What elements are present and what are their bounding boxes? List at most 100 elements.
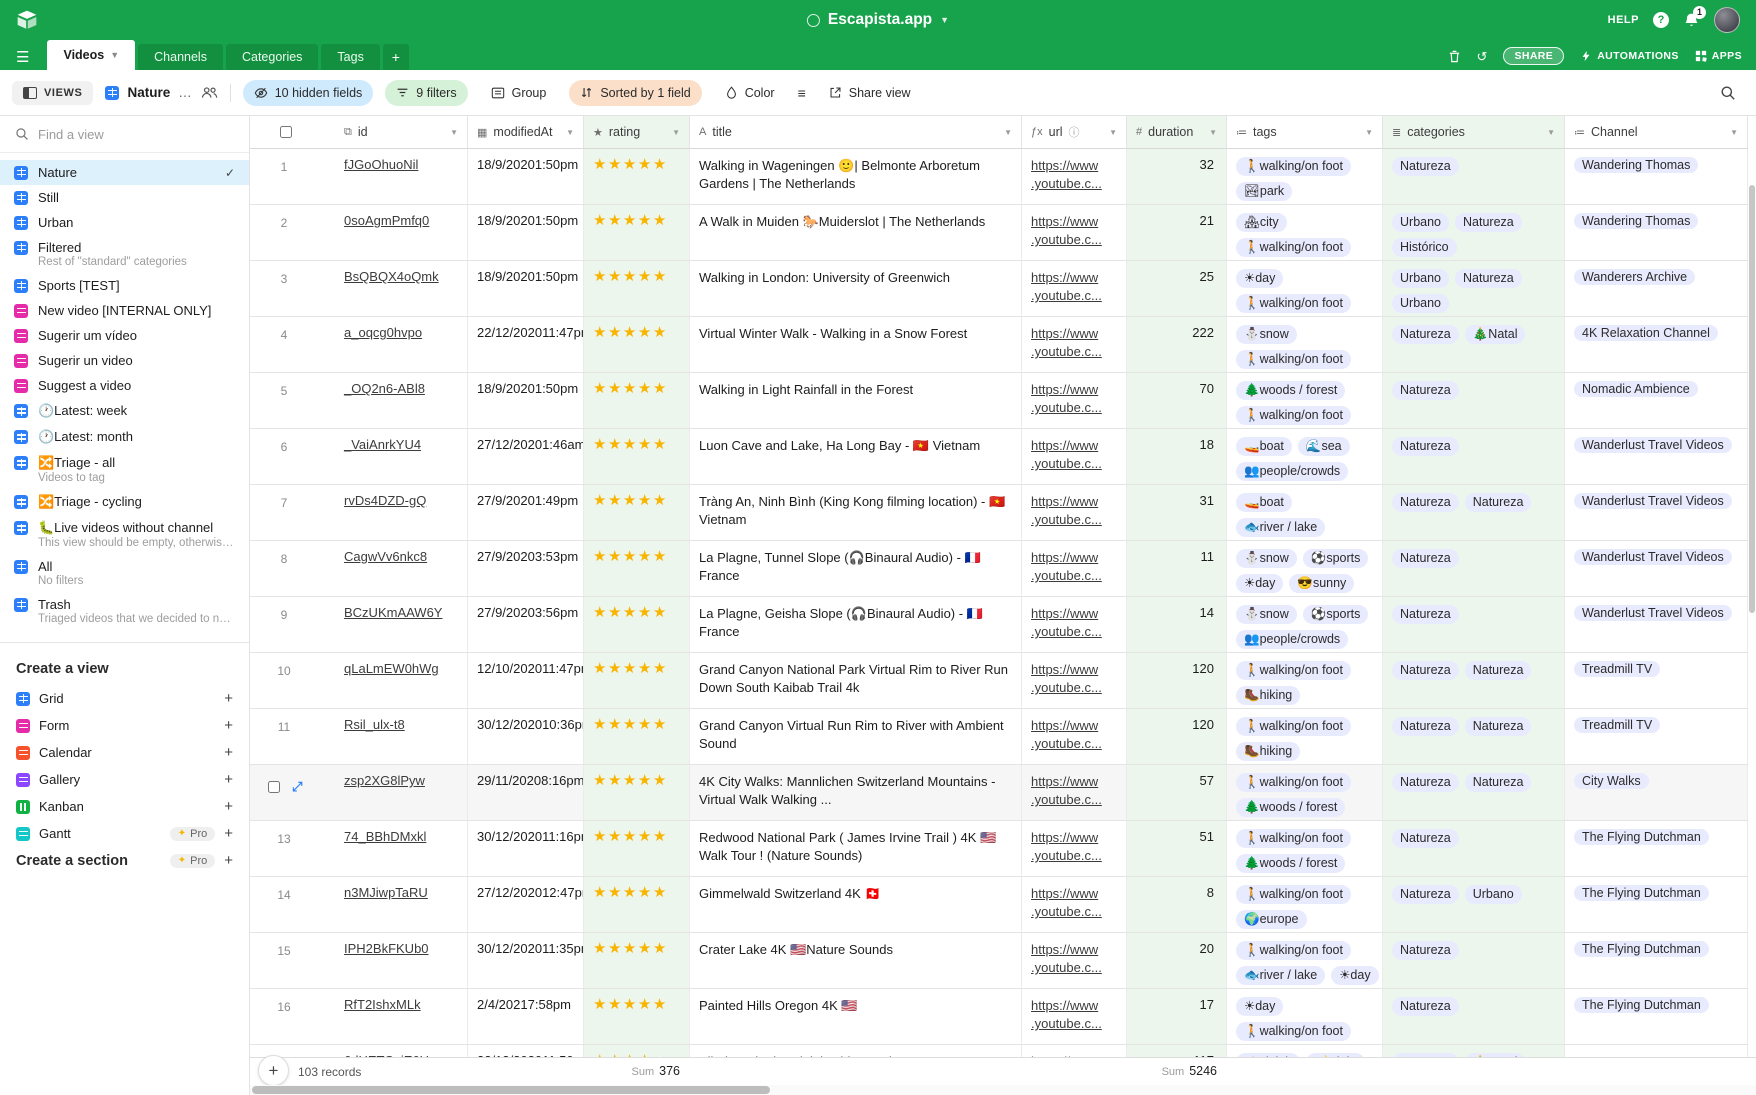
cell-title[interactable]: 4K City Walks: Mannlichen Switzerland Mo…	[690, 765, 1022, 820]
tab-categories[interactable]: Categories	[226, 44, 318, 70]
column-header-channel[interactable]: ≔Channel▼	[1565, 116, 1748, 148]
url-link[interactable]: .youtube.c...	[1031, 511, 1117, 529]
filters-button[interactable]: 9 filters	[385, 80, 467, 106]
url-link[interactable]: .youtube.c...	[1031, 623, 1117, 641]
cell-title[interactable]: La Plagne, Geisha Slope (🎧Binaural Audio…	[690, 597, 1022, 652]
create-form-button[interactable]: Form+	[16, 712, 233, 739]
url-link[interactable]: .youtube.c...	[1031, 567, 1117, 585]
cell-categories[interactable]: NaturezaNatureza	[1383, 485, 1565, 540]
record-id-link[interactable]: a_oqcg0hvpo	[344, 325, 422, 340]
cell-tags[interactable]: ⛄snow🚶walking/on foot	[1227, 317, 1383, 372]
table-row[interactable]: 16RfT2IshxMLk2/4/20217:58pm★★★★★Painted …	[250, 989, 1748, 1045]
cell-categories[interactable]: Natureza	[1383, 933, 1565, 988]
color-button[interactable]: Color	[714, 80, 786, 106]
cell-tags[interactable]: 🚶walking/on foot🌍europe	[1227, 877, 1383, 932]
table-row[interactable]: 1374_BBhDMxkl30/12/202011:16pm★★★★★Redwo…	[250, 821, 1748, 877]
plus-icon[interactable]: +	[224, 771, 233, 788]
cell-title[interactable]: Gimmelwald Switzerland 4K 🇨🇭	[690, 877, 1022, 932]
cell-tags[interactable]: ☀day🚶walking/on foot	[1227, 989, 1383, 1044]
url-link[interactable]: .youtube.c...	[1031, 903, 1117, 921]
create-kanban-button[interactable]: Kanban+	[16, 793, 233, 820]
cell-duration[interactable]: 20	[1127, 933, 1227, 988]
create-gantt-button[interactable]: Gantt✦Pro+	[16, 820, 233, 847]
cell-url[interactable]: https://www.youtube.c...	[1022, 653, 1127, 708]
url-link[interactable]: https://www	[1031, 269, 1117, 287]
cell-url[interactable]: https://www.youtube.c...	[1022, 989, 1127, 1044]
cell-id[interactable]: qLaLmEW0hWg	[318, 653, 468, 708]
cell-modified-at[interactable]: 22/12/202011:50pm	[468, 1045, 584, 1057]
apps-button[interactable]: APPS	[1695, 50, 1742, 62]
cell-title[interactable]: Walking in Light Rainfall in the Forest	[690, 373, 1022, 428]
cell-tags[interactable]: 🚶walking/on foot🌲woods / forest	[1227, 765, 1383, 820]
record-id-link[interactable]: 0soAgmPmfq0	[344, 213, 429, 228]
cell-title[interactable]: La Plagne, Tunnel Slope (🎧Binaural Audio…	[690, 541, 1022, 596]
cell-url[interactable]: https://www.youtube.c...	[1022, 821, 1127, 876]
record-id-link[interactable]: zsp2XG8lPyw	[344, 773, 425, 788]
sidebar-view--triage-all[interactable]: 🔀Triage - allVideos to tag	[0, 450, 249, 489]
cell-categories[interactable]: Natureza	[1383, 149, 1565, 204]
search-icon[interactable]	[1720, 85, 1736, 101]
cell-id[interactable]: _VaiAnrkYU4	[318, 429, 468, 484]
column-header-id[interactable]: ⧉id▼	[318, 116, 468, 148]
cell-url[interactable]: https://www.youtube.c...	[1022, 541, 1127, 596]
trash-icon[interactable]	[1448, 50, 1461, 63]
table-row[interactable]: 1fJGoOhuoNil18/9/20201:50pm★★★★★Walking …	[250, 149, 1748, 205]
cell-rating[interactable]: ★★★★★	[584, 429, 690, 484]
share-button[interactable]: SHARE	[1503, 47, 1564, 65]
sidebar-view-all[interactable]: AllNo filters	[0, 554, 249, 592]
cell-modified-at[interactable]: 2/4/20217:58pm	[468, 989, 584, 1044]
cell-id[interactable]: BsQBQX4oQmk	[318, 261, 468, 316]
history-icon[interactable]: ↺	[1477, 50, 1488, 63]
row-checkbox[interactable]	[268, 781, 280, 793]
cell-categories[interactable]: NaturezaNatureza	[1383, 653, 1565, 708]
cell-modified-at[interactable]: 18/9/20201:50pm	[468, 261, 584, 316]
cell-id[interactable]: zsp2XG8lPyw	[318, 765, 468, 820]
cell-rating[interactable]: ★★★★★	[584, 373, 690, 428]
cell-duration[interactable]: 51	[1127, 821, 1227, 876]
record-id-link[interactable]: rvDs4DZD-gQ	[344, 493, 426, 508]
cell-title[interactable]: Redwood National Park ( James Irvine Tra…	[690, 821, 1022, 876]
horizontal-scrollbar-thumb[interactable]	[252, 1086, 770, 1094]
cell-duration[interactable]: 120	[1127, 709, 1227, 764]
cell-title[interactable]: Grand Canyon National Park Virtual Rim t…	[690, 653, 1022, 708]
cell-id[interactable]: n3MJiwpTaRU	[318, 877, 468, 932]
cell-id[interactable]: CagwVv6nkc8	[318, 541, 468, 596]
cell-channel[interactable]: The Flying Dutchman	[1565, 877, 1748, 932]
url-link[interactable]: .youtube.c...	[1031, 959, 1117, 977]
cell-duration[interactable]: 32	[1127, 149, 1227, 204]
horizontal-scrollbar[interactable]	[250, 1085, 1756, 1095]
cell-rating[interactable]: ★★★★★	[584, 541, 690, 596]
cell-tags[interactable]: 🚶walking/on foot🐟river / lake☀day	[1227, 933, 1383, 988]
table-row[interactable]: 8CagwVv6nkc827/9/20203:53pm★★★★★La Plagn…	[250, 541, 1748, 597]
cell-categories[interactable]: UrbanoNaturezaHistórico	[1383, 205, 1565, 260]
add-table-button[interactable]: +	[383, 44, 409, 70]
duration-sum[interactable]: Sum5246	[1127, 1064, 1217, 1078]
cell-rating[interactable]: ★★★★★	[584, 597, 690, 652]
cell-duration[interactable]: 31	[1127, 485, 1227, 540]
plus-icon[interactable]: +	[224, 798, 233, 815]
cell-duration[interactable]: 57	[1127, 765, 1227, 820]
cell-modified-at[interactable]: 27/9/20203:53pm	[468, 541, 584, 596]
tab-videos[interactable]: Videos▼	[47, 40, 135, 70]
column-header-tags[interactable]: ≔tags▼	[1227, 116, 1383, 148]
cell-tags[interactable]: 🛷sleigh🌙night	[1227, 1045, 1383, 1057]
cell-channel[interactable]: Wanderlust Travel Videos	[1565, 541, 1748, 596]
cell-id[interactable]: 74_BBhDMxkl	[318, 821, 468, 876]
cell-modified-at[interactable]: 27/9/20203:56pm	[468, 597, 584, 652]
sidebar-view--triage-cycling[interactable]: 🔀Triage - cycling	[0, 489, 249, 515]
cell-categories[interactable]: Natureza🎄Natal	[1383, 317, 1565, 372]
cell-id[interactable]: 0soAgmPmfq0	[318, 205, 468, 260]
add-record-button[interactable]: +	[258, 1055, 289, 1086]
sidebar-view-nature[interactable]: Nature✓	[0, 160, 249, 185]
tab-channels[interactable]: Channels	[138, 44, 223, 70]
column-header-url[interactable]: ƒxurlⓘ▼	[1022, 116, 1127, 148]
cell-categories[interactable]: Natureza	[1383, 821, 1565, 876]
cell-categories[interactable]: Natureza	[1383, 989, 1565, 1044]
cell-tags[interactable]: 🚤boat🌊sea👥people/crowds	[1227, 429, 1383, 484]
url-link[interactable]: https://www	[1031, 213, 1117, 231]
url-link[interactable]: .youtube.c...	[1031, 287, 1117, 305]
base-title[interactable]: Escapista.app ▼	[807, 11, 949, 29]
table-row[interactable]: ⤢zsp2XG8lPyw29/11/20208:16pm★★★★★4K City…	[250, 765, 1748, 821]
cell-duration[interactable]: 21	[1127, 205, 1227, 260]
table-row[interactable]: 7rvDs4DZD-gQ27/9/20201:49pm★★★★★Tràng An…	[250, 485, 1748, 541]
